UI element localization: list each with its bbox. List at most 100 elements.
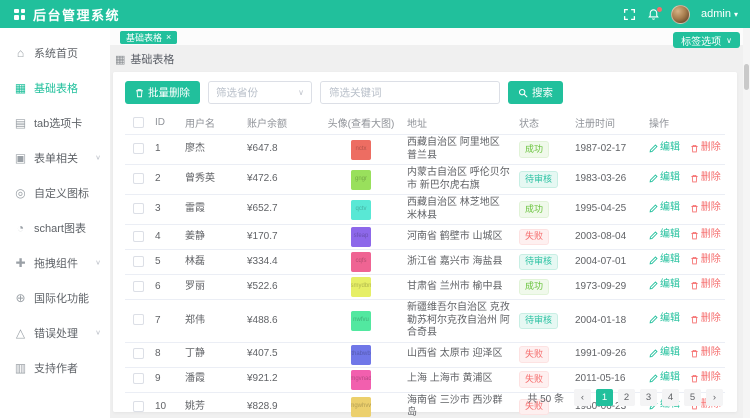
delete-button[interactable]: 删除 [690, 313, 721, 326]
search-button[interactable]: 搜索 [508, 81, 563, 104]
cell-balance: ¥488.6 [243, 300, 319, 343]
delete-button[interactable]: 删除 [690, 254, 721, 267]
status-badge: 成功 [519, 141, 549, 157]
delete-label: 删除 [701, 142, 721, 155]
sidebar-item[interactable]: ◔ schart图表 [0, 210, 110, 245]
fullscreen-icon[interactable] [623, 8, 636, 21]
edit-button[interactable]: 编辑 [649, 142, 680, 155]
pagination-next-button[interactable]: › [706, 389, 723, 406]
row-checkbox[interactable] [133, 203, 144, 214]
user-avatar[interactable] [671, 5, 690, 24]
cell-id: 5 [151, 250, 181, 275]
delete-button[interactable]: 删除 [690, 347, 721, 360]
pagination-page-button[interactable]: 3 [640, 389, 657, 406]
cell-register-date: 2003-08-04 [571, 225, 645, 250]
table-row: 1 廖杰 ¥647.8 nctx 西藏自治区 阿里地区 普兰县 成功 1987-… [125, 135, 725, 165]
table-toolbar: 批量删除 筛选省份 ∨ 搜索 [125, 78, 725, 111]
sidebar-item-label: 支持作者 [34, 360, 78, 376]
edit-button[interactable]: 编辑 [649, 229, 680, 242]
table-row: 5 林磊 ¥334.4 cqfs 浙江省 嘉兴市 海盐县 待审核 2004-07… [125, 250, 725, 275]
pagination-page-button[interactable]: 1 [596, 389, 613, 406]
sidebar-item[interactable]: ⊕ 国际化功能 [0, 280, 110, 315]
sidebar-item[interactable]: △ 错误处理 ∨ [0, 315, 110, 350]
row-checkbox[interactable] [133, 256, 144, 267]
pagination-page-button[interactable]: 5 [684, 389, 701, 406]
pagination-pages: 1 2 3 4 5 [596, 389, 701, 406]
edit-button[interactable]: 编辑 [649, 254, 680, 267]
pencil-icon [649, 174, 658, 183]
pagination: 共 50 条 ‹ 1 2 3 4 [125, 383, 725, 407]
avatar-thumbnail[interactable]: cqfs [351, 252, 371, 272]
sidebar-item-label: tab选项卡 [34, 115, 82, 131]
table-row: 6 罗丽 ¥522.6 smydbn 甘肃省 兰州市 榆中县 成功 1973-0… [125, 275, 725, 300]
row-checkbox[interactable] [133, 281, 144, 292]
avatar-thumbnail[interactable]: nctx [351, 140, 371, 160]
sidebar-item[interactable]: ⌂ 系统首页 [0, 35, 110, 70]
close-icon[interactable]: × [166, 33, 171, 42]
cell-register-date: 1995-04-25 [571, 195, 645, 225]
chevron-down-icon: ∨ [95, 329, 101, 337]
cell-balance: ¥170.7 [243, 225, 319, 250]
row-checkbox[interactable] [133, 348, 144, 359]
avatar-thumbnail[interactable]: gngr [351, 170, 371, 190]
grid-logo-icon[interactable] [14, 9, 25, 20]
tab-chip[interactable]: 基础表格 × [120, 31, 177, 44]
pagination-page-button[interactable]: 4 [662, 389, 679, 406]
trash-icon [690, 315, 699, 324]
sidebar-item[interactable]: ▦ 基础表格 [0, 70, 110, 105]
edit-label: 编辑 [660, 142, 680, 155]
edit-button[interactable]: 编辑 [649, 172, 680, 185]
trash-icon [690, 374, 699, 383]
status-badge: 失败 [519, 346, 549, 362]
cell-address: 新疆维吾尔自治区 克孜勒苏柯尔克孜自治州 阿合奇县 [403, 300, 515, 343]
col-header-address: 地址 [403, 111, 515, 135]
batch-delete-button[interactable]: 批量删除 [125, 81, 200, 104]
edit-button[interactable]: 编辑 [649, 313, 680, 326]
delete-button[interactable]: 删除 [690, 172, 721, 185]
sidebar-item[interactable]: ▥ 支持作者 [0, 350, 110, 385]
cell-id: 2 [151, 165, 181, 195]
sidebar-item[interactable]: ◎ 自定义图标 [0, 175, 110, 210]
pencil-icon [649, 281, 658, 290]
trash-icon [690, 231, 699, 240]
edit-button[interactable]: 编辑 [649, 347, 680, 360]
row-checkbox[interactable] [133, 231, 144, 242]
avatar-thumbnail[interactable]: nwfvu [351, 311, 371, 331]
delete-button[interactable]: 删除 [690, 229, 721, 242]
delete-label: 删除 [701, 202, 721, 215]
avatar-thumbnail[interactable]: sfeap [351, 227, 371, 247]
edit-button[interactable]: 编辑 [649, 202, 680, 215]
sidebar-item[interactable]: ▤ tab选项卡 [0, 105, 110, 140]
avatar-thumbnail[interactable]: thabwb [351, 345, 371, 365]
sidebar-item[interactable]: ▣ 表单相关 ∨ [0, 140, 110, 175]
pagination-prev-button[interactable]: ‹ [574, 389, 591, 406]
row-checkbox[interactable] [133, 173, 144, 184]
status-badge: 待审核 [519, 254, 558, 270]
pagination-page-button[interactable]: 2 [618, 389, 635, 406]
row-checkbox[interactable] [133, 143, 144, 154]
row-checkbox[interactable] [133, 314, 144, 325]
pencil-icon [649, 349, 658, 358]
scrollbar-thumb[interactable] [744, 64, 749, 90]
edit-button[interactable]: 编辑 [649, 279, 680, 292]
avatar-thumbnail[interactable]: smydbn [351, 277, 371, 297]
tag-options-button[interactable]: 标签选项 ∨ [673, 32, 740, 48]
sidebar: ⌂ 系统首页 ▦ 基础表格 ▤ tab选项卡 ▣ [0, 28, 110, 418]
scrollbar-track[interactable] [743, 28, 750, 418]
bell-icon[interactable] [647, 8, 660, 21]
table-row: 8 丁静 ¥407.5 thabwb 山西省 太原市 迎泽区 失败 1991-0… [125, 342, 725, 367]
sidebar-item-label: 系统首页 [34, 45, 78, 61]
tab-chip-label: 基础表格 [126, 31, 162, 44]
app-window: 后台管理系统 admin ▾ [0, 0, 750, 418]
breadcrumb: ▦ 基础表格 [113, 51, 737, 72]
delete-button[interactable]: 删除 [690, 142, 721, 155]
delete-button[interactable]: 删除 [690, 202, 721, 215]
avatar-thumbnail[interactable]: qctv [351, 200, 371, 220]
delete-button[interactable]: 删除 [690, 279, 721, 292]
cell-address: 西藏自治区 林芝地区 米林县 [403, 195, 515, 225]
province-filter-select[interactable]: 筛选省份 ∨ [208, 81, 312, 104]
user-menu[interactable]: admin ▾ [701, 8, 738, 20]
sidebar-item[interactable]: ✚ 拖拽组件 ∨ [0, 245, 110, 280]
keyword-search-input[interactable] [320, 81, 500, 104]
select-all-checkbox[interactable] [133, 117, 144, 128]
